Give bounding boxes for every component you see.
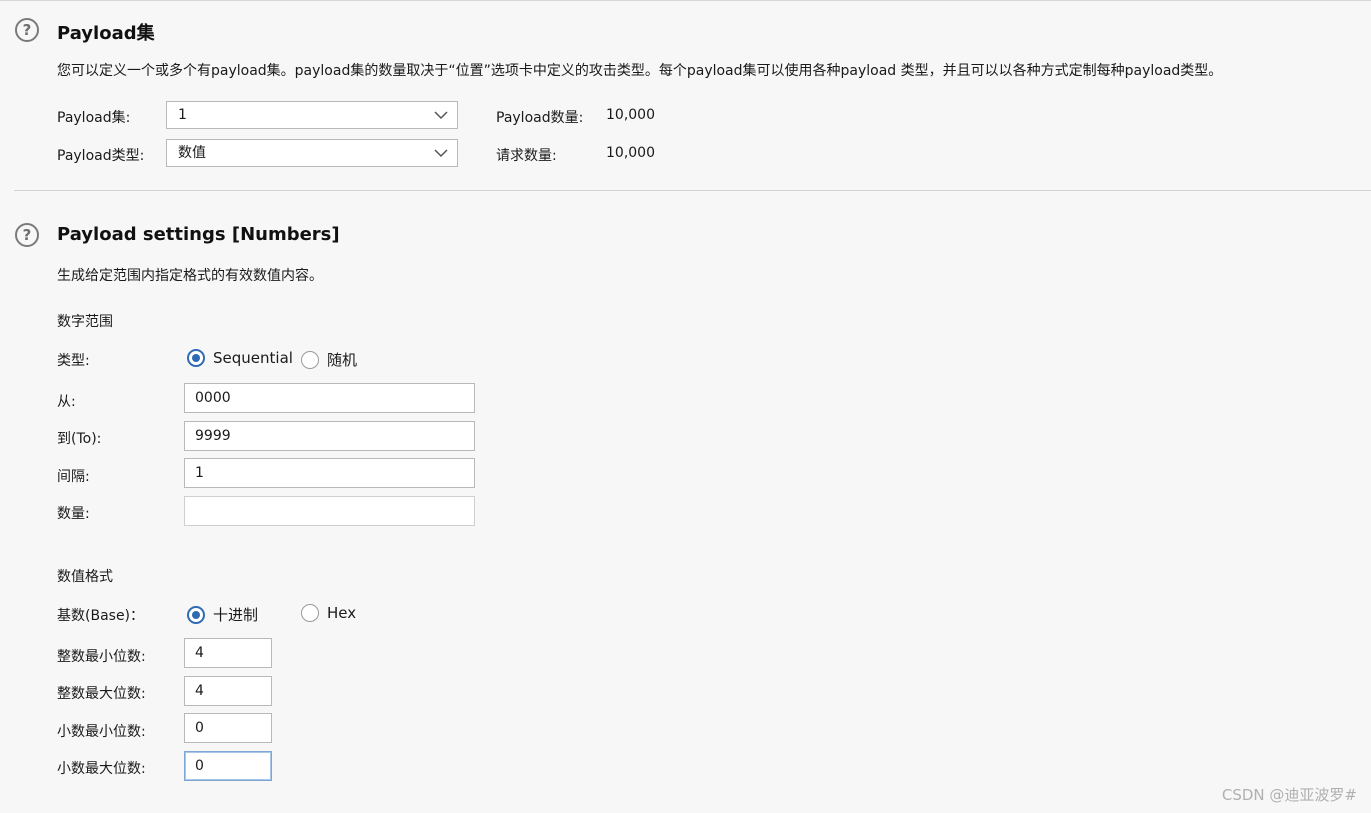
base-label: 基数(Base)：	[57, 608, 145, 624]
request-count-label: 请求数量:	[496, 148, 557, 164]
radio-hex[interactable]	[301, 604, 319, 622]
max-fraction-digits-input[interactable]	[184, 751, 272, 781]
section-title-payload-sets: Payload集	[57, 23, 155, 44]
min-integer-digits-label: 整数最小位数:	[57, 649, 146, 665]
payload-type-label: Payload类型:	[57, 148, 145, 164]
section-title-payload-settings: Payload settings [Numbers]	[57, 224, 340, 245]
max-integer-digits-input[interactable]	[184, 676, 272, 706]
chevron-down-icon	[434, 149, 448, 158]
chevron-down-icon	[434, 111, 448, 120]
number-range-heading: 数字范围	[57, 314, 113, 330]
to-input[interactable]	[184, 421, 475, 451]
range-type-option-random[interactable]: 随机	[301, 349, 357, 370]
number-format-heading: 数值格式	[57, 569, 113, 585]
radio-decimal-label[interactable]: 十进制	[213, 604, 258, 625]
range-type-label: 类型:	[57, 353, 90, 369]
to-label: 到(To):	[57, 431, 102, 447]
radio-random-label[interactable]: 随机	[327, 349, 357, 370]
base-option-hex[interactable]: Hex	[301, 604, 356, 622]
payload-type-select[interactable]: 数值	[166, 139, 458, 167]
base-option-decimal[interactable]: 十进制	[187, 604, 258, 625]
payload-sets-description: 您可以定义一个或多个有payload集。payload集的数量取决于“位置”选项…	[57, 63, 1223, 79]
from-input[interactable]	[184, 383, 475, 413]
payload-type-value: 数值	[178, 145, 206, 161]
help-icon[interactable]: ?	[15, 223, 39, 247]
max-integer-digits-label: 整数最大位数:	[57, 686, 146, 702]
radio-sequential-label[interactable]: Sequential	[213, 349, 293, 367]
payload-count-value: 10,000	[606, 107, 655, 123]
radio-sequential[interactable]	[187, 349, 205, 367]
payload-count-label: Payload数量:	[496, 110, 584, 126]
step-label: 间隔:	[57, 469, 90, 485]
min-fraction-digits-input[interactable]	[184, 713, 272, 743]
how-many-label: 数量:	[57, 506, 90, 522]
min-fraction-digits-label: 小数最小位数:	[57, 724, 146, 740]
payload-set-label: Payload集:	[57, 110, 131, 126]
radio-decimal[interactable]	[187, 605, 205, 624]
request-count-value: 10,000	[606, 145, 655, 161]
payload-settings-description: 生成给定范围内指定格式的有效数值内容。	[57, 268, 323, 284]
range-type-option-sequential[interactable]: Sequential	[187, 349, 293, 367]
section-divider	[14, 190, 1371, 191]
payload-set-value: 1	[178, 107, 187, 123]
payload-set-select[interactable]: 1	[166, 101, 458, 129]
top-border	[0, 0, 1371, 1]
from-label: 从:	[57, 394, 76, 410]
radio-random[interactable]	[301, 350, 319, 369]
min-integer-digits-input[interactable]	[184, 638, 272, 668]
help-icon[interactable]: ?	[15, 18, 39, 42]
how-many-input[interactable]	[184, 496, 475, 526]
step-input[interactable]	[184, 458, 475, 488]
max-fraction-digits-label: 小数最大位数:	[57, 761, 146, 777]
watermark: CSDN @迪亚波罗#	[1221, 786, 1357, 804]
radio-hex-label[interactable]: Hex	[327, 604, 356, 622]
